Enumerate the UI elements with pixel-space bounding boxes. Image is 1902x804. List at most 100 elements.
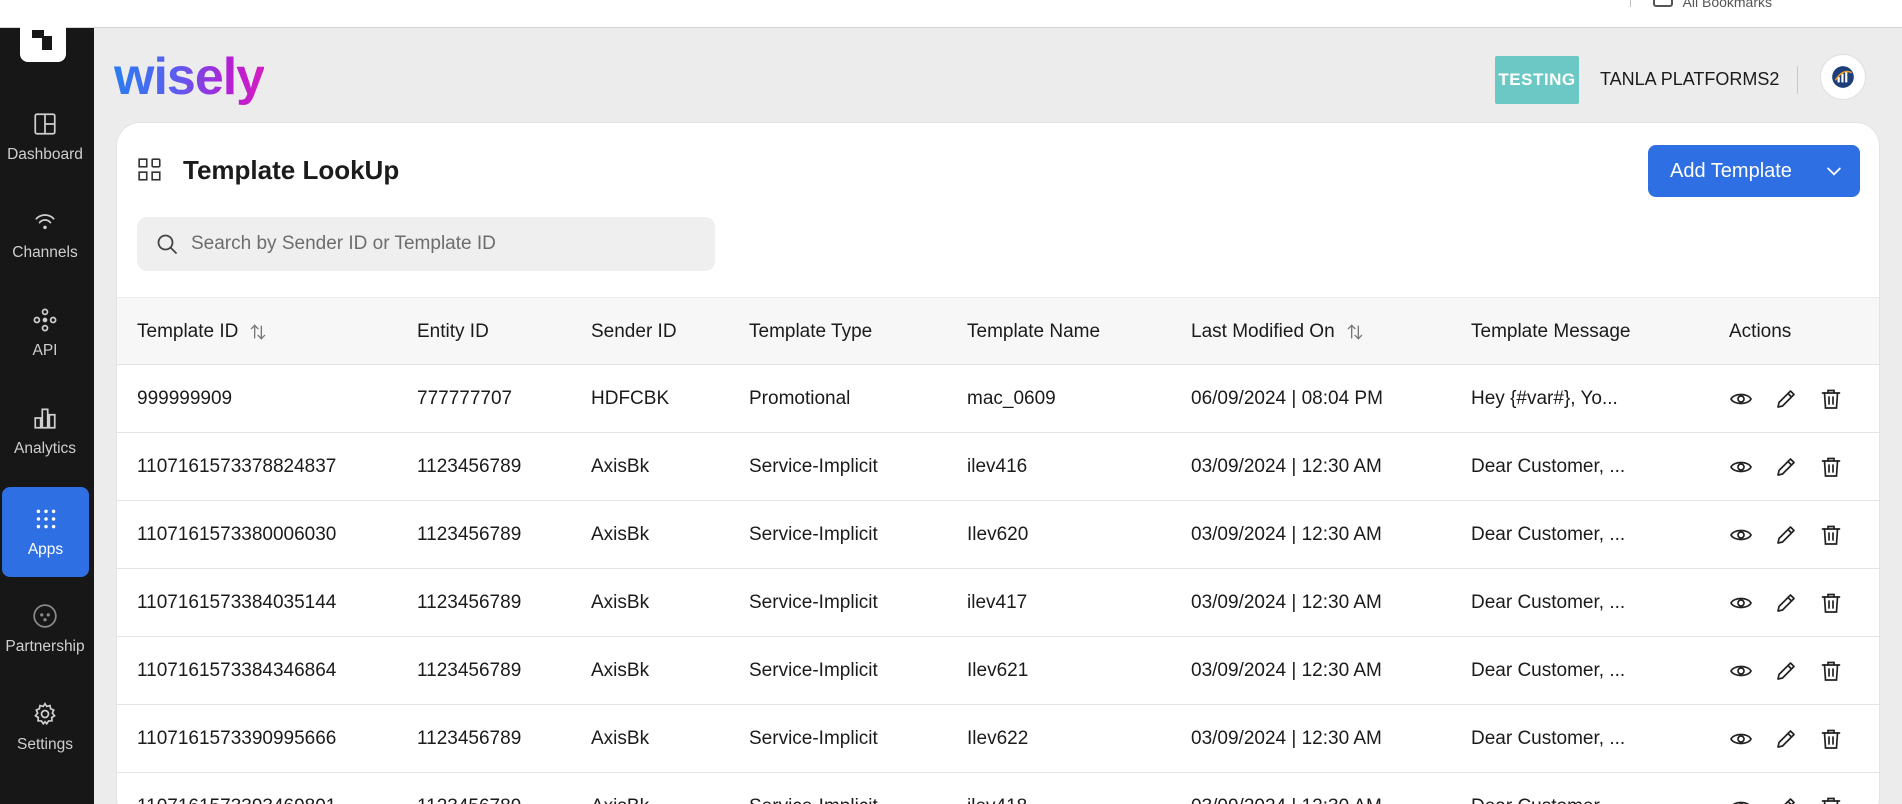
cell-last-modified: 03/09/2024 | 12:30 AM <box>1191 524 1382 545</box>
cell-entity-id: 777777707 <box>417 388 513 409</box>
settings-icon <box>34 701 56 725</box>
column-label: Last Modified On <box>1191 321 1335 342</box>
analytics-icon <box>34 407 56 429</box>
table-row[interactable]: 1107161573393469801 1123456789 AxisBk Servi… <box>117 773 1879 804</box>
brand-logo[interactable]: wisely <box>114 48 265 106</box>
cell-template-type: Service-Implicit <box>749 773 878 804</box>
bookmarks-separator <box>1629 0 1631 7</box>
column-label: Template Message <box>1471 321 1631 342</box>
sidebar-item-label: Channels <box>12 243 78 261</box>
cell-template-message: Dear Customer, ... <box>1471 456 1626 477</box>
cell-entity-id: 1123456789 <box>417 728 522 749</box>
view-icon[interactable] <box>1729 455 1753 479</box>
view-icon[interactable] <box>1729 659 1753 683</box>
cell-template-name: ilev416 <box>967 456 1028 477</box>
cell-template-name: ilev418 <box>967 773 1027 804</box>
column-label: Template Type <box>749 321 873 342</box>
delete-icon[interactable] <box>1819 523 1843 547</box>
delete-icon[interactable] <box>1819 455 1843 479</box>
cell-template-message: Dear Customer, ... <box>1471 592 1626 613</box>
sidebar-item-dashboard[interactable]: Dashboard <box>0 92 90 182</box>
table-header: Template ID Entity ID Sender ID Template… <box>117 297 1879 366</box>
table-row[interactable]: 1107161573384346864 1123456789 AxisBk Servi… <box>117 637 1879 705</box>
cell-entity-id: 1123456789 <box>417 660 522 681</box>
cell-template-id: 1107161573380006030 <box>137 524 337 545</box>
edit-icon[interactable] <box>1774 523 1798 547</box>
column-template-name: Template Name <box>967 298 1100 366</box>
delete-icon[interactable] <box>1819 591 1843 615</box>
cell-template-message: Dear Customer, ... <box>1471 773 1625 804</box>
edit-icon[interactable] <box>1774 387 1798 411</box>
search-input[interactable] <box>191 233 711 255</box>
view-icon[interactable] <box>1729 523 1753 547</box>
cell-template-name: Ilev621 <box>967 660 1029 681</box>
view-icon[interactable] <box>1729 591 1753 615</box>
edit-icon[interactable] <box>1774 455 1798 479</box>
delete-icon[interactable] <box>1819 387 1843 411</box>
cell-template-id: 999999909 <box>137 388 233 409</box>
view-icon[interactable] <box>1729 387 1753 411</box>
organization-name[interactable]: TANLA PLATFORMS2 <box>1600 69 1779 90</box>
api-icon <box>33 308 57 331</box>
channels-icon <box>35 213 55 229</box>
sort-icon[interactable] <box>1345 322 1365 342</box>
all-bookmarks[interactable]: All Bookmarks <box>1629 0 1772 10</box>
page-title: Template LookUp <box>183 155 400 185</box>
edit-icon[interactable] <box>1774 727 1798 751</box>
sidebar-item-label: Apps <box>27 540 64 558</box>
column-last-modified[interactable]: Last Modified On <box>1191 298 1365 366</box>
chevron-down-icon[interactable] <box>1824 161 1844 181</box>
cell-template-id: 1107161573378824837 <box>137 456 337 477</box>
template-lookup-card: Template LookUp Add Template Template ID… <box>116 122 1880 804</box>
delete-icon[interactable] <box>1819 795 1843 804</box>
user-avatar[interactable] <box>1820 54 1866 100</box>
cell-template-type: Service-Implicit <box>749 456 878 477</box>
cell-template-name: mac_0609 <box>967 388 1056 409</box>
table-row[interactable]: 1107161573390995666 1123456789 AxisBk Servi… <box>117 705 1879 773</box>
table-row[interactable]: 1107161573384035144 1123456789 AxisBk Servi… <box>117 569 1879 637</box>
table-row[interactable]: 1107161573378824837 1123456789 AxisBk Servi… <box>117 433 1879 501</box>
cell-template-id: 1107161573384035144 <box>137 592 337 613</box>
edit-icon[interactable] <box>1774 659 1798 683</box>
cell-entity-id: 1123456789 <box>417 773 521 804</box>
add-template-button[interactable]: Add Template <box>1648 145 1860 197</box>
sidebar-item-partnership[interactable]: Partnership <box>0 584 90 674</box>
delete-icon[interactable] <box>1819 727 1843 751</box>
sidebar-item-apps[interactable]: Apps <box>2 487 89 577</box>
cell-entity-id: 1123456789 <box>417 524 522 545</box>
sort-icon[interactable] <box>248 322 268 342</box>
edit-icon[interactable] <box>1774 795 1798 804</box>
cell-template-name: ilev417 <box>967 592 1028 613</box>
cell-template-type: Service-Implicit <box>749 660 878 681</box>
search-box <box>137 217 715 271</box>
environment-badge: TESTING <box>1495 56 1579 104</box>
cell-entity-id: 1123456789 <box>417 592 522 613</box>
cell-sender-id: AxisBk <box>591 773 649 804</box>
cell-template-id: 1107161573390995666 <box>137 728 337 749</box>
view-icon[interactable] <box>1729 795 1753 804</box>
sidebar-item-channels[interactable]: Channels <box>0 190 90 280</box>
cell-template-name: Ilev622 <box>967 728 1029 749</box>
sidebar-item-settings[interactable]: Settings <box>0 682 90 772</box>
cell-template-message: Hey {#var#}, Yo... <box>1471 388 1618 409</box>
cell-template-message: Dear Customer, ... <box>1471 660 1626 681</box>
column-label: Actions <box>1729 321 1792 342</box>
cell-template-message: Dear Customer, ... <box>1471 524 1626 545</box>
app-logo[interactable] <box>20 22 66 62</box>
cell-last-modified: 03/09/2024 | 12:30 AM <box>1191 728 1382 749</box>
column-entity-id: Entity ID <box>417 298 489 366</box>
apps-icon <box>36 509 55 528</box>
table-row[interactable]: 1107161573380006030 1123456789 AxisBk Servi… <box>117 501 1879 569</box>
cell-last-modified: 03/09/2024 | 12:30 AM <box>1191 456 1382 477</box>
edit-icon[interactable] <box>1774 591 1798 615</box>
cell-last-modified: 03/09/2024 | 12:30 AM <box>1191 592 1382 613</box>
cell-sender-id: AxisBk <box>591 524 650 545</box>
column-template-id[interactable]: Template ID <box>137 298 268 366</box>
cell-sender-id: AxisBk <box>591 456 650 477</box>
view-icon[interactable] <box>1729 727 1753 751</box>
all-bookmarks-label: All Bookmarks <box>1682 0 1772 10</box>
table-row[interactable]: 999999909 777777707 HDFCBK Promotional mac_0… <box>117 365 1879 433</box>
sidebar-item-analytics[interactable]: Analytics <box>0 386 90 476</box>
delete-icon[interactable] <box>1819 659 1843 683</box>
sidebar-item-api[interactable]: API <box>0 288 90 378</box>
